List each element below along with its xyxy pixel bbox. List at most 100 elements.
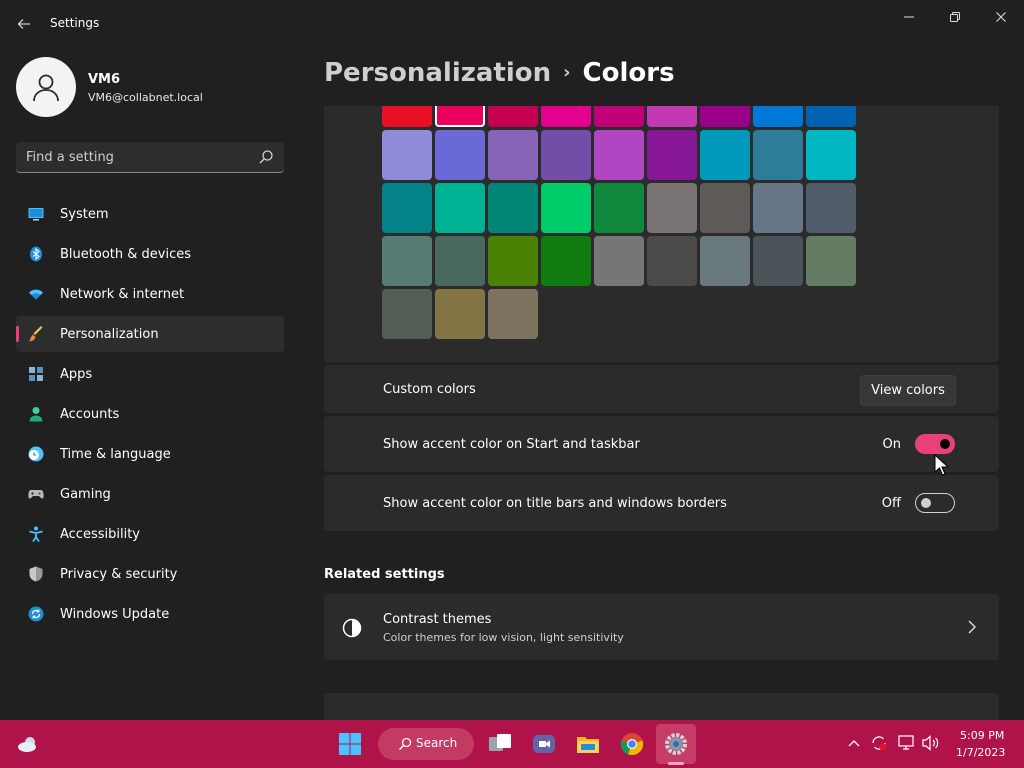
color-swatch[interactable] xyxy=(382,183,432,233)
sidebar-item-label: Bluetooth & devices xyxy=(60,246,191,262)
color-swatch[interactable] xyxy=(541,183,591,233)
accessibility-icon xyxy=(29,526,43,542)
breadcrumb: Personalization › Colors xyxy=(324,58,675,88)
chrome-icon[interactable] xyxy=(620,732,644,756)
sidebar-item-label: Personalization xyxy=(60,326,159,342)
sidebar-item-label: Gaming xyxy=(60,486,111,502)
minimize-button[interactable] xyxy=(886,4,932,30)
color-swatch[interactable] xyxy=(700,106,750,127)
sidebar-item-apps[interactable]: Apps xyxy=(16,356,284,392)
sidebar-item-system[interactable]: System xyxy=(16,196,284,232)
apps-icon xyxy=(29,367,43,381)
contrast-themes-row[interactable]: Contrast themes Color themes for low vis… xyxy=(324,594,999,660)
color-swatch[interactable] xyxy=(700,130,750,180)
color-swatch[interactable] xyxy=(488,130,538,180)
weather-icon[interactable] xyxy=(16,732,40,756)
color-swatch[interactable] xyxy=(594,236,644,286)
sidebar-item-network[interactable]: Network & internet xyxy=(16,276,284,312)
color-swatch[interactable] xyxy=(753,130,803,180)
color-swatch[interactable] xyxy=(382,130,432,180)
active-app-indicator xyxy=(668,762,684,765)
close-button[interactable] xyxy=(978,4,1024,30)
breadcrumb-parent[interactable]: Personalization xyxy=(324,58,551,88)
color-swatch[interactable] xyxy=(488,236,538,286)
color-swatch[interactable] xyxy=(753,106,803,127)
sidebar-item-gaming[interactable]: Gaming xyxy=(16,476,284,512)
color-swatch[interactable] xyxy=(541,106,591,127)
color-swatch[interactable] xyxy=(806,106,856,127)
color-swatch[interactable] xyxy=(594,183,644,233)
sidebar-item-accounts[interactable]: Accounts xyxy=(16,396,284,432)
taskbar-search-label: Search xyxy=(416,736,458,750)
teams-chat-icon[interactable] xyxy=(532,732,556,756)
color-swatch[interactable] xyxy=(647,183,697,233)
mouse-cursor-icon xyxy=(934,454,948,476)
color-swatch[interactable] xyxy=(700,236,750,286)
sidebar-item-label: Accessibility xyxy=(60,526,140,542)
chevron-right-icon xyxy=(968,620,976,634)
minimize-icon xyxy=(904,16,914,18)
color-swatch[interactable] xyxy=(647,106,697,127)
color-swatch[interactable] xyxy=(435,289,485,339)
color-swatch[interactable] xyxy=(594,130,644,180)
network-monitor-icon[interactable] xyxy=(898,735,916,751)
restore-button[interactable] xyxy=(932,4,978,30)
settings-gear-icon[interactable] xyxy=(664,732,688,756)
color-swatch[interactable] xyxy=(435,130,485,180)
color-swatch[interactable] xyxy=(806,130,856,180)
accent-start-taskbar-row: Show accent color on Start and taskbar O… xyxy=(324,416,999,472)
custom-colors-row: Custom colors View colors xyxy=(324,365,999,413)
color-swatch[interactable] xyxy=(382,289,432,339)
accent-start-taskbar-toggle[interactable] xyxy=(915,434,955,454)
sidebar-item-time-language[interactable]: Time & language xyxy=(16,436,284,472)
color-swatch[interactable] xyxy=(435,236,485,286)
color-swatch[interactable] xyxy=(753,236,803,286)
volume-icon[interactable] xyxy=(922,735,940,751)
close-icon xyxy=(996,12,1006,22)
back-button[interactable] xyxy=(12,12,36,36)
color-swatch[interactable] xyxy=(435,106,485,127)
color-swatch[interactable] xyxy=(647,130,697,180)
chevron-up-icon[interactable] xyxy=(848,738,860,748)
task-view-icon[interactable] xyxy=(488,732,512,756)
update-icon xyxy=(28,606,44,622)
brush-icon xyxy=(29,326,43,342)
color-swatch[interactable] xyxy=(647,236,697,286)
color-swatch[interactable] xyxy=(435,183,485,233)
file-explorer-icon[interactable] xyxy=(576,732,600,756)
color-swatch[interactable] xyxy=(700,183,750,233)
sidebar-item-accessibility[interactable]: Accessibility xyxy=(16,516,284,552)
start-windows-icon[interactable] xyxy=(338,732,362,756)
color-swatch[interactable] xyxy=(594,106,644,127)
sidebar-item-bluetooth[interactable]: Bluetooth & devices xyxy=(16,236,284,272)
sidebar-item-windows-update[interactable]: Windows Update xyxy=(16,596,284,632)
next-related-row[interactable] xyxy=(324,693,999,720)
sidebar-item-privacy-security[interactable]: Privacy & security xyxy=(16,556,284,592)
color-swatch[interactable] xyxy=(488,183,538,233)
sidebar-item-personalization[interactable]: Personalization xyxy=(16,316,284,352)
color-swatch[interactable] xyxy=(382,106,432,127)
avatar[interactable] xyxy=(16,57,76,117)
view-colors-button[interactable]: View colors xyxy=(860,375,956,406)
color-swatch[interactable] xyxy=(488,106,538,127)
related-settings-heading: Related settings xyxy=(324,567,445,582)
taskbar-search-button[interactable]: Search xyxy=(378,728,474,760)
restore-icon xyxy=(950,12,960,22)
color-swatch[interactable] xyxy=(382,236,432,286)
color-swatch[interactable] xyxy=(806,236,856,286)
clock-time[interactable]: 5:09 PM xyxy=(960,729,1004,742)
contrast-themes-subtitle: Color themes for low vision, light sensi… xyxy=(383,631,624,644)
search-icon[interactable] xyxy=(258,149,274,165)
color-swatch[interactable] xyxy=(488,289,538,339)
sync-status-icon[interactable] xyxy=(870,734,888,752)
search-box[interactable] xyxy=(16,142,284,173)
accent-color-grid xyxy=(382,106,856,339)
color-swatch[interactable] xyxy=(541,130,591,180)
color-swatch[interactable] xyxy=(806,183,856,233)
color-swatch[interactable] xyxy=(541,236,591,286)
color-swatch[interactable] xyxy=(753,183,803,233)
clock-date[interactable]: 1/7/2023 xyxy=(956,746,1005,759)
search-input[interactable] xyxy=(26,147,246,167)
breadcrumb-separator: › xyxy=(563,62,571,83)
accent-titlebar-toggle[interactable] xyxy=(915,493,955,513)
